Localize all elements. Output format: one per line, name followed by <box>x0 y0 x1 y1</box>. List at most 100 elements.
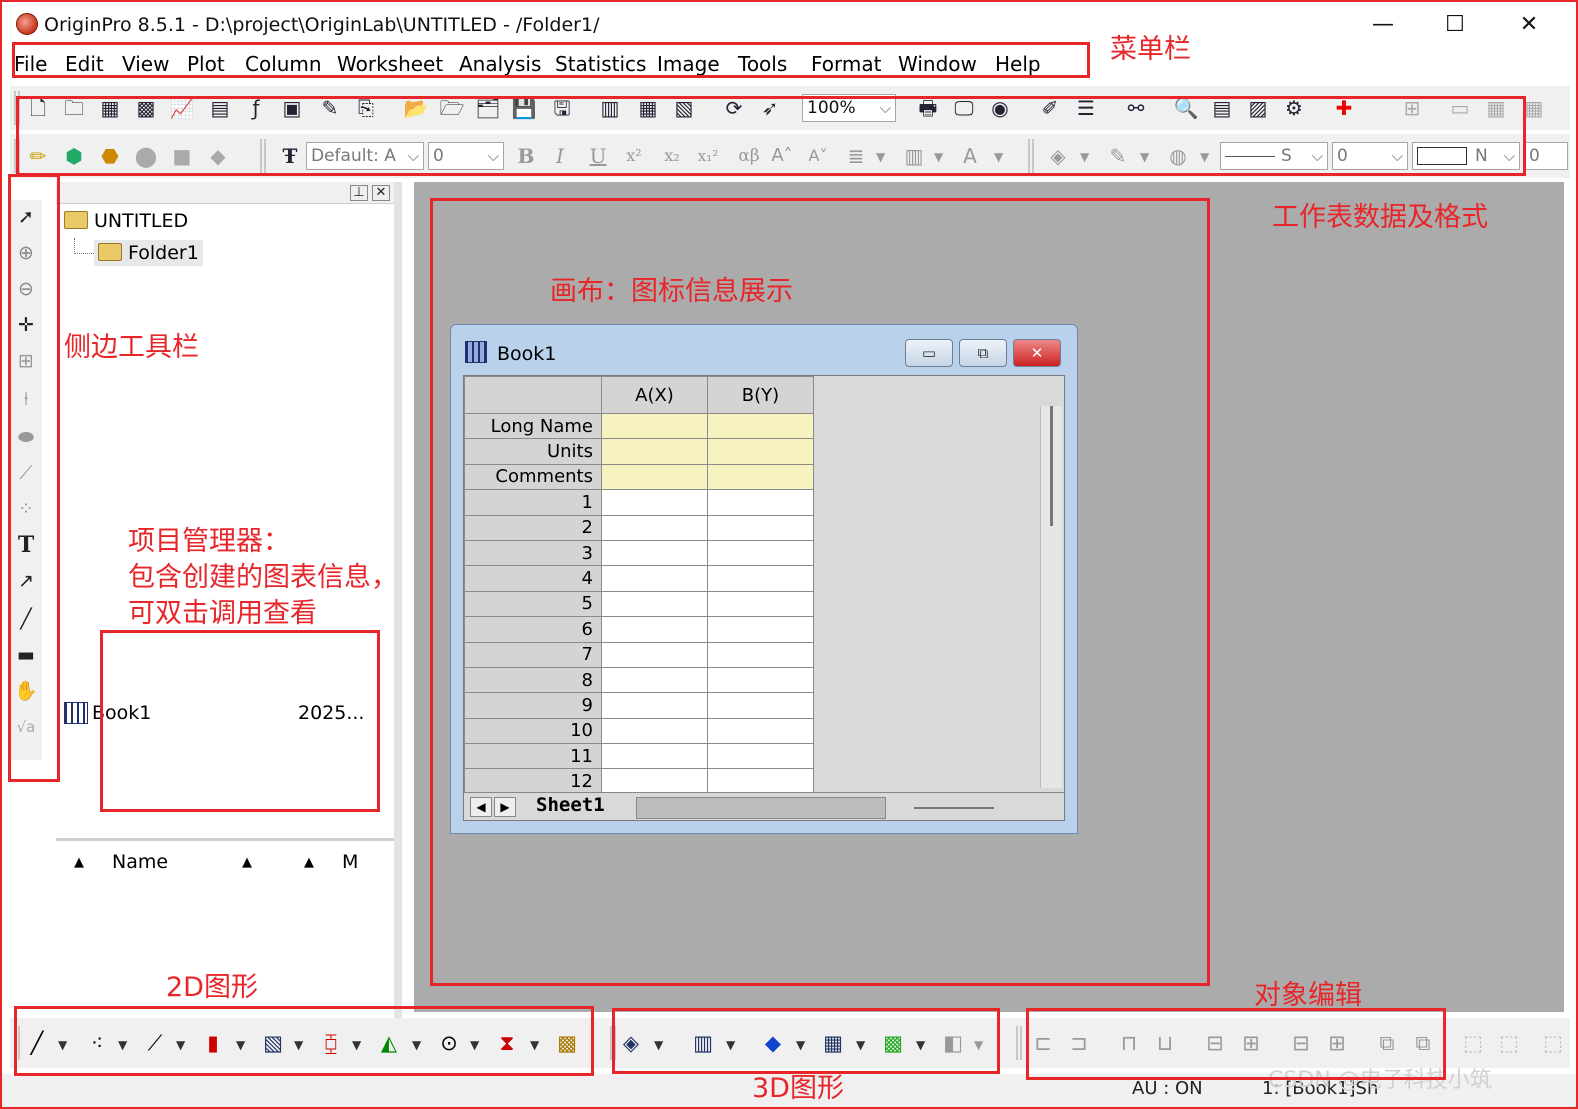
export-graph-icon[interactable]: 🖵 <box>950 94 978 122</box>
more-icon[interactable]: ⬚ <box>1538 1028 1568 1058</box>
layer-icon[interactable]: ▭ <box>1446 94 1474 122</box>
row-header[interactable]: 11 <box>464 743 602 770</box>
fill-color-icon[interactable]: ◈ <box>1044 142 1072 170</box>
scrollbar-thumb[interactable] <box>1050 406 1053 526</box>
3d-colormap-icon[interactable]: ◆ <box>758 1028 788 1058</box>
send-back-icon[interactable]: ⧉ <box>1408 1028 1438 1058</box>
data-selector-icon[interactable]: ⊞ <box>12 346 40 376</box>
cell[interactable] <box>707 539 814 567</box>
cell[interactable] <box>707 438 814 465</box>
cell[interactable] <box>707 514 814 541</box>
same-width-icon[interactable]: ⊟ <box>1286 1028 1316 1058</box>
chevron-down-icon[interactable]: ▼ <box>470 1038 479 1052</box>
font-size-select[interactable]: 0 ⌵ <box>428 142 504 170</box>
align-right-icon[interactable]: ⊐ <box>1064 1028 1094 1058</box>
results-log-icon[interactable]: 🔍 <box>1172 94 1200 122</box>
polar-plot-icon[interactable]: ⊙ <box>434 1028 464 1058</box>
open-excel-icon[interactable]: 🗂 <box>474 94 502 122</box>
line-symbol-plot-icon[interactable]: ⟋ <box>140 1028 170 1058</box>
chevron-down-icon[interactable]: ▼ <box>352 1038 361 1052</box>
align-left-icon[interactable]: ⊏ <box>1028 1028 1058 1058</box>
hand-icon[interactable]: ✋ <box>12 676 40 706</box>
underline-button[interactable]: U <box>584 142 612 170</box>
row-header[interactable]: 4 <box>464 565 602 592</box>
bring-front-icon[interactable]: ⧉ <box>1372 1028 1402 1058</box>
cell[interactable] <box>707 692 814 719</box>
row-header[interactable]: 6 <box>464 616 602 643</box>
cell[interactable] <box>707 743 814 770</box>
copy-page-icon[interactable]: ◉ <box>986 94 1014 122</box>
column-header[interactable]: A(X) <box>601 376 708 414</box>
cell[interactable] <box>601 539 708 567</box>
cell[interactable] <box>601 438 708 465</box>
row-header[interactable]: 1 <box>464 489 602 516</box>
grouping-icon[interactable]: ⊞ <box>1398 94 1426 122</box>
origin-app-icon[interactable] <box>16 13 38 35</box>
open-icon[interactable]: 📂 <box>402 94 430 122</box>
chevron-down-icon[interactable]: ▼ <box>1140 150 1149 164</box>
column-modified[interactable]: M <box>342 851 358 873</box>
toolbar-grip[interactable] <box>14 1026 20 1060</box>
cell[interactable] <box>707 768 814 795</box>
chevron-down-icon[interactable]: ▼ <box>994 150 1003 164</box>
menu-column[interactable]: Column <box>245 52 322 76</box>
column-name[interactable]: Name <box>112 851 168 873</box>
3d-surface-icon[interactable]: ◈ <box>616 1028 646 1058</box>
pin-icon[interactable]: ⊥ <box>350 185 368 201</box>
new-matrix-icon[interactable]: ▤ <box>206 94 234 122</box>
supsub-button[interactable]: x₁² <box>694 142 722 170</box>
row-header[interactable]: Units <box>464 438 602 465</box>
zoom-in-icon[interactable]: ⊕ <box>12 238 40 268</box>
3d-bar-icon[interactable]: ▥ <box>688 1028 718 1058</box>
line-plot-icon[interactable]: ╱ <box>22 1028 52 1058</box>
cell[interactable] <box>707 616 814 643</box>
menu-window[interactable]: Window <box>898 52 977 76</box>
contour-icon[interactable]: ▩ <box>878 1028 908 1058</box>
toolbar-grip[interactable] <box>1028 139 1034 173</box>
save-template-icon[interactable]: 🖫 <box>548 94 576 122</box>
list-item-name[interactable]: Book1 <box>92 702 151 724</box>
close-button[interactable]: ✕ <box>1502 8 1556 42</box>
menu-format[interactable]: Format <box>811 52 881 76</box>
superscript-button[interactable]: x² <box>620 142 648 170</box>
align-icon[interactable]: ≣ <box>842 142 870 170</box>
close-panel-icon[interactable]: ✕ <box>372 185 390 201</box>
menu-view[interactable]: View <box>122 52 169 76</box>
subscript-button[interactable]: x₂ <box>658 142 686 170</box>
italic-button[interactable]: I <box>546 142 574 170</box>
new-notes-icon[interactable]: ✎ <box>316 94 344 122</box>
import-multiple-icon[interactable]: ▦ <box>634 94 662 122</box>
chevron-down-icon[interactable]: ▼ <box>118 1038 127 1052</box>
maximize-button[interactable]: ☐ <box>1428 8 1482 42</box>
regional-mask-icon[interactable]: ⬬ <box>12 422 40 452</box>
sort-up-icon[interactable]: ▲ <box>74 855 84 870</box>
row-header[interactable]: 12 <box>464 768 602 795</box>
chevron-down-icon[interactable]: ▼ <box>58 1038 67 1052</box>
import-single-icon[interactable]: ▥ <box>596 94 624 122</box>
new-graph-icon[interactable]: 📈 <box>168 94 196 122</box>
ungroup-icon[interactable]: ⬚ <box>1494 1028 1524 1058</box>
cell[interactable] <box>601 616 708 643</box>
sort-up-icon[interactable]: ▲ <box>242 855 252 870</box>
chevron-down-icon[interactable]: ▼ <box>654 1038 663 1052</box>
sort-up-icon[interactable]: ▲ <box>304 855 314 870</box>
script-window-icon[interactable]: ▤ <box>1208 94 1236 122</box>
rescale-icon[interactable]: ⬣ <box>96 142 124 170</box>
group-icon[interactable]: ⬚ <box>1458 1028 1488 1058</box>
cell[interactable] <box>707 717 814 745</box>
cell[interactable] <box>601 489 708 516</box>
align-top-icon[interactable]: ⊓ <box>1114 1028 1144 1058</box>
same-height-icon[interactable]: ⊞ <box>1322 1028 1352 1058</box>
draw-data-icon[interactable]: ⟋ <box>12 458 40 488</box>
tree-folder1[interactable]: Folder1 <box>94 240 203 266</box>
new-project-icon[interactable]: 🗋 <box>24 94 52 122</box>
font-select[interactable]: Default: A ⌵ <box>306 142 424 170</box>
align-horizontal-icon[interactable]: ⊞ <box>1236 1028 1266 1058</box>
column-plot-icon[interactable]: ▮ <box>198 1028 228 1058</box>
vertical-scrollbar[interactable] <box>1040 406 1062 788</box>
chevron-down-icon[interactable]: ▼ <box>916 1038 925 1052</box>
decrease-font-button[interactable]: A˅ <box>804 142 832 170</box>
scatter-icon[interactable]: ⁘ <box>12 494 40 524</box>
arrow-tool-icon[interactable]: ↗ <box>12 566 40 596</box>
image-plot-icon[interactable]: ◧ <box>938 1028 968 1058</box>
